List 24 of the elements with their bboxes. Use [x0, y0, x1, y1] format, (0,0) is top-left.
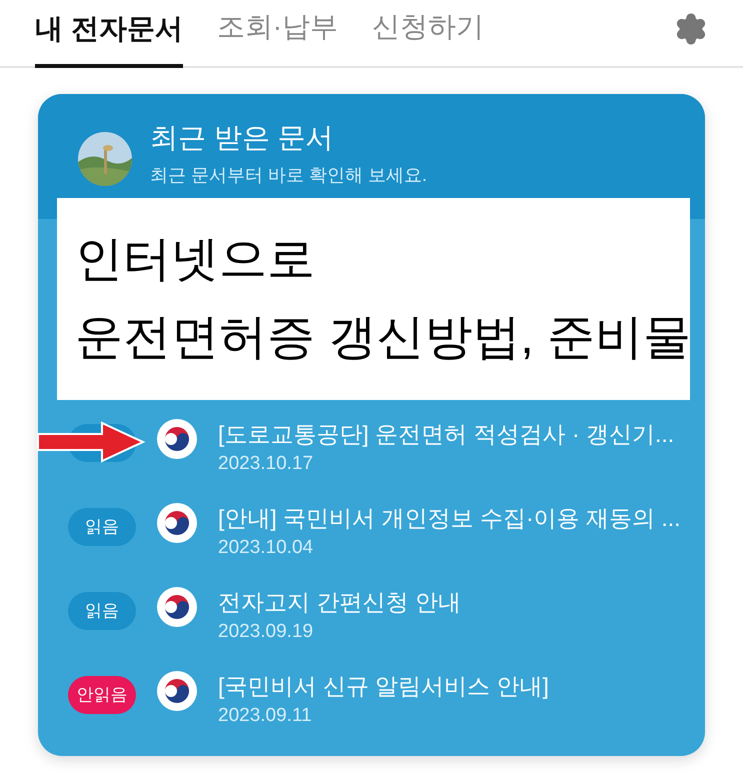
- emblem-icon: [156, 670, 198, 712]
- tab[interactable]: 조회·납부: [216, 6, 338, 66]
- caption-line: 인터넷으로: [75, 232, 316, 288]
- status-badge: 읽음: [68, 592, 136, 630]
- card-title: 최근 받은 문서: [150, 121, 335, 155]
- document-date: 2023.09.19: [218, 620, 314, 644]
- status-badge: 안읽음: [68, 676, 136, 714]
- document-date: 2023.09.11: [218, 704, 313, 728]
- card-subtitle: 최근 문서부터 바로 확인해 보세요.: [150, 164, 428, 187]
- tab[interactable]: 내 전자문서: [35, 8, 183, 68]
- emblem-icon: [156, 586, 198, 628]
- document-date: 2023.10.17: [218, 452, 314, 476]
- arrow-icon: [36, 420, 146, 464]
- document-title[interactable]: 전자고지 간편신청 안내: [218, 586, 461, 618]
- settings-icon[interactable]: [674, 12, 708, 46]
- caption-line: 운전면허증 갱신방법, 준비물: [75, 310, 690, 366]
- document-date: 2023.10.04: [218, 536, 314, 560]
- status-badge: 읽음: [68, 508, 136, 546]
- document-title[interactable]: [안내] 국민비서 개인정보 수집·이용 재동의 ...: [218, 502, 681, 534]
- emblem-icon: [156, 502, 198, 544]
- emblem-icon: [156, 418, 198, 460]
- tab[interactable]: 신청하기: [372, 6, 484, 66]
- document-title[interactable]: [국민비서 신규 알림서비스 안내]: [218, 670, 549, 702]
- document-title[interactable]: [도로교통공단] 운전면허 적성검사 · 갱신기...: [218, 418, 674, 450]
